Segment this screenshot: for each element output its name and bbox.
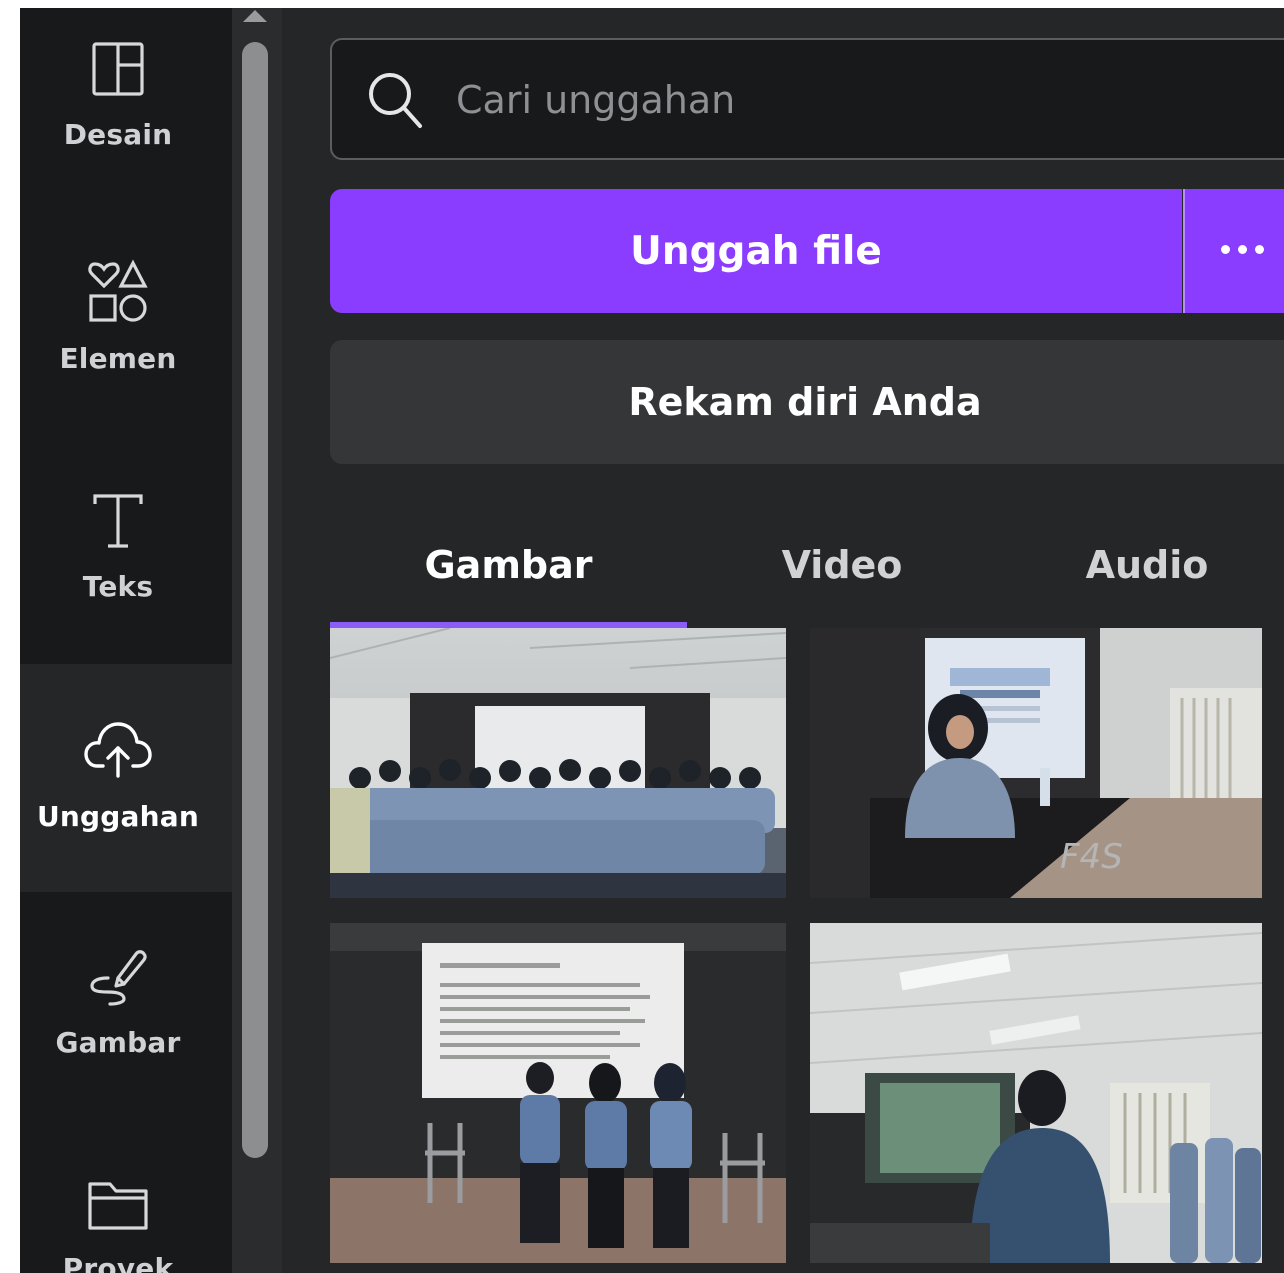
record-label: Rekam diri Anda	[628, 380, 982, 424]
rail-item-proyek[interactable]: Proyek	[20, 1142, 216, 1273]
upload-thumbnail[interactable]	[810, 923, 1262, 1263]
rail-item-label: Unggahan	[36, 800, 199, 833]
more-options-button[interactable]	[1183, 189, 1284, 313]
search-box[interactable]	[330, 38, 1284, 160]
svg-text:F4S: F4S	[1060, 837, 1123, 877]
search-input[interactable]	[454, 64, 1158, 136]
scrollbar-thumb[interactable]	[242, 42, 268, 1158]
group-photo-image	[330, 628, 786, 898]
shapes-icon	[20, 234, 216, 324]
layout-icon	[20, 8, 216, 98]
scroll-up-arrow-icon[interactable]	[243, 10, 267, 22]
seated-panel-image	[330, 923, 786, 1263]
record-yourself-button[interactable]: Rekam diri Anda	[330, 340, 1284, 464]
more-dots-icon	[1221, 245, 1264, 254]
upload-thumbnail[interactable]	[330, 923, 786, 1263]
media-tabs: Gambar Video Audio	[330, 508, 1284, 628]
rail-item-elemen[interactable]: Elemen	[20, 234, 216, 394]
draw-icon	[20, 916, 216, 1006]
rail-item-label: Elemen	[59, 342, 177, 375]
folder-icon	[20, 1142, 216, 1232]
rail-item-label: Proyek	[62, 1252, 174, 1273]
cloud-upload-icon	[20, 690, 216, 780]
app-window: Desain Elemen Teks Unggahan Gambar Proye…	[20, 8, 1284, 1273]
search-icon	[369, 73, 422, 128]
rail-item-label: Desain	[63, 118, 173, 151]
rail-item-desain[interactable]: Desain	[20, 8, 216, 168]
upload-file-button[interactable]: Unggah file	[330, 189, 1182, 313]
rail-item-teks[interactable]: Teks	[20, 460, 216, 620]
side-rail: Desain Elemen Teks Unggahan Gambar Proye…	[20, 8, 232, 1273]
upload-file-label: Unggah file	[630, 228, 882, 274]
upload-thumbnail[interactable]: F4S	[810, 628, 1262, 898]
tab-video[interactable]: Video	[687, 508, 997, 622]
tab-audio[interactable]: Audio	[997, 508, 1284, 622]
rail-item-label: Gambar	[55, 1026, 181, 1059]
rail-item-label: Teks	[82, 570, 154, 603]
rail-item-gambar[interactable]: Gambar	[20, 916, 216, 1076]
speaker-image: F4S	[810, 628, 1262, 898]
tab-gambar[interactable]: Gambar	[330, 508, 687, 622]
rail-item-unggahan[interactable]: Unggahan	[20, 690, 216, 850]
text-icon	[20, 460, 216, 550]
classroom-image	[810, 923, 1262, 1263]
upload-thumbnail[interactable]	[330, 628, 786, 898]
